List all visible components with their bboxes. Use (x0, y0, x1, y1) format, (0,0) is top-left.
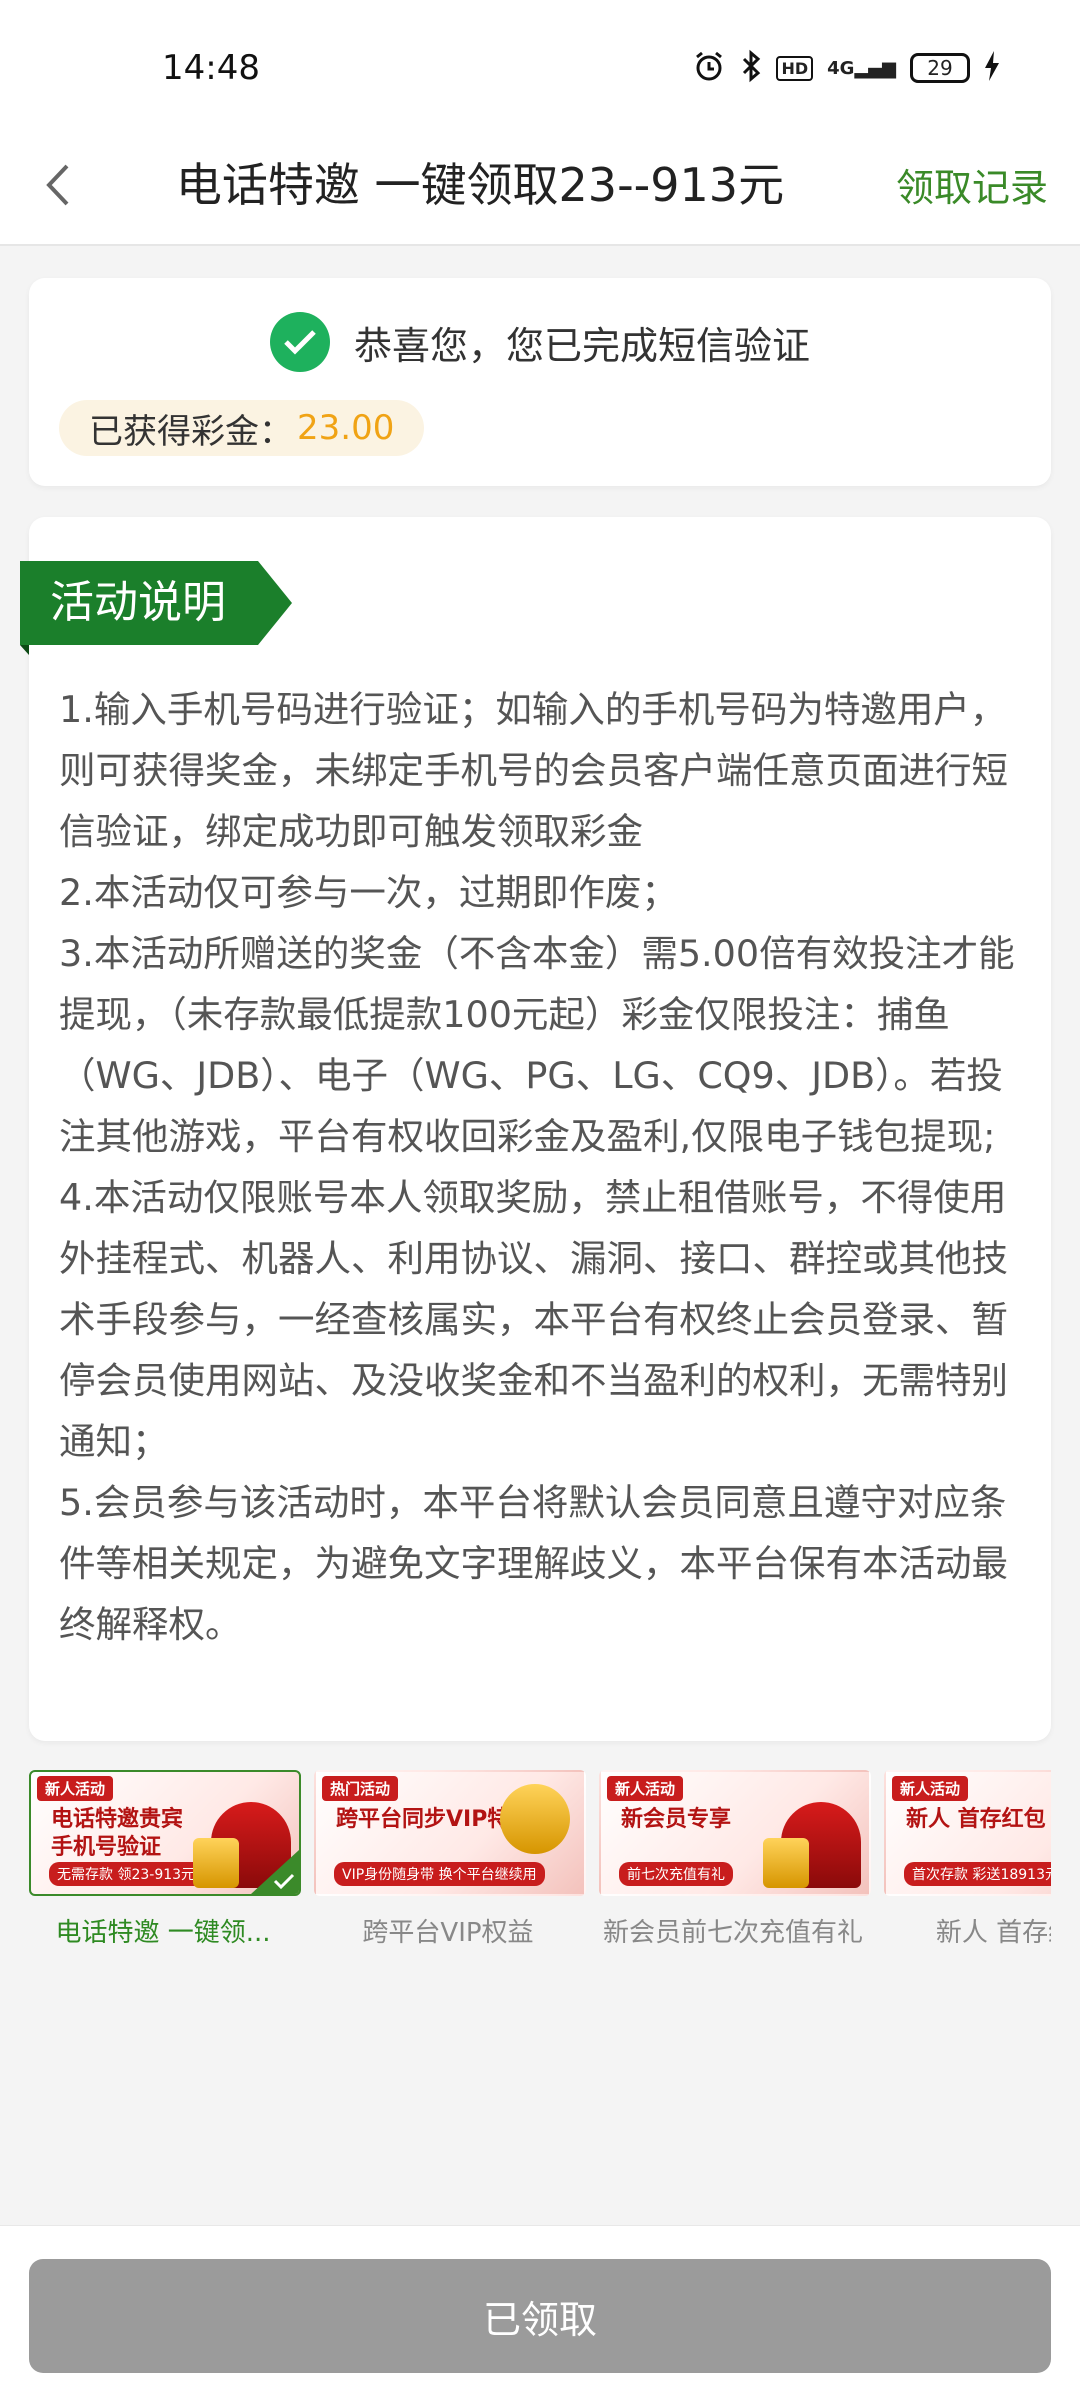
status-bar: 14:48 HD 4G▂▄▆ 29 (0, 0, 1080, 130)
verification-status: 恭喜您，您已完成短信验证 (29, 310, 1051, 374)
bonus-value: 23.00 (297, 408, 395, 448)
promo-item-phone-invite[interactable]: 新人活动 电话特邀贵宾 手机号验证 无需存款 领23-913元 电话特邀 一键领… (29, 1770, 301, 1949)
promo-headline: 电话特邀贵宾 手机号验证 (51, 1807, 184, 1860)
status-icons: HD 4G▂▄▆ 29 (692, 46, 1000, 90)
check-circle-icon (269, 312, 330, 372)
rule-item: 2.本活动仅可参与一次，过期即作废； (59, 871, 678, 914)
promo-tag: 新人活动 (892, 1776, 969, 1801)
promo-item-first-deposit[interactable]: 新人活动 新人 首存红包 首次存款 彩送18913元 新人 首存红包 (884, 1770, 1051, 1949)
header: 电话特邀 一键领取23--913元 领取记录 (0, 130, 1080, 246)
verification-card: 恭喜您，您已完成短信验证 已获得彩金： 23.00 (29, 278, 1051, 486)
promo-tag: 热门活动 (322, 1776, 399, 1801)
rule-item: 3.本活动所赠送的奖金（不含本金）需5.00倍有效投注才能提现，（未存款最低提款… (59, 932, 1015, 1158)
promo-label: 新会员前七次充值有礼 (602, 1918, 863, 1948)
promo-tag: 新人活动 (37, 1776, 114, 1801)
promo-subline: VIP身份随身带 换个平台继续用 (334, 1862, 545, 1886)
activity-rules: 1.输入手机号码进行验证；如输入的手机号码为特邀用户，则可获得奖金，未绑定手机号… (59, 679, 1021, 1655)
promo-banner: 热门活动 跨平台同步VIP特权 VIP身份随身带 换个平台继续用 (314, 1770, 586, 1896)
rule-item: 1.输入手机号码进行验证；如输入的手机号码为特邀用户，则可获得奖金，未绑定手机号… (59, 688, 1008, 853)
promo-tag: 新人活动 (607, 1776, 684, 1801)
vip-medal-icon (500, 1784, 570, 1854)
bottom-bar: 已领取 (0, 2225, 1080, 2401)
claim-record-link[interactable]: 领取记录 (896, 140, 1048, 236)
promo-subline: 无需存款 领23-913元 (49, 1862, 204, 1886)
promo-banner: 新人活动 新人 首存红包 首次存款 彩送18913元 (884, 1770, 1051, 1896)
charging-icon (984, 51, 1000, 85)
promo-subline: 前七次充值有礼 (619, 1862, 733, 1886)
activity-title: 活动说明 (50, 577, 226, 628)
verification-message: 恭喜您，您已完成短信验证 (353, 323, 810, 368)
rule-item: 5.会员参与该活动时，本平台将默认会员同意且遵守对应条件等相关规定，为避免文字理… (59, 1481, 1008, 1646)
promo-item-vip[interactable]: 热门活动 跨平台同步VIP特权 VIP身份随身带 换个平台继续用 跨平台VIP权… (314, 1770, 586, 1949)
promo-headline: 新人 首存红包 (906, 1807, 1046, 1832)
hd-icon: HD (776, 55, 814, 81)
promo-label: 跨平台VIP权益 (362, 1918, 534, 1948)
claimed-button[interactable]: 已领取 (29, 2259, 1051, 2373)
promo-carousel[interactable]: 新人活动 电话特邀贵宾 手机号验证 无需存款 领23-913元 电话特邀 一键领… (29, 1770, 1051, 1960)
bonus-label: 已获得彩金： (89, 411, 293, 452)
promo-headline: 新会员专享 (621, 1807, 732, 1832)
promo-subline: 首次存款 彩送18913元 (904, 1862, 1051, 1886)
signal-icon: 4G▂▄▆ (827, 57, 896, 79)
rule-item: 4.本活动仅限账号本人领取奖励，禁止租借账号，不得使用外挂程式、机器人、利用协议… (59, 1176, 1008, 1463)
activity-description-card: 活动说明 1.输入手机号码进行验证；如输入的手机号码为特邀用户，则可获得奖金，未… (20, 517, 1051, 1741)
promo-label: 新人 首存红包 (935, 1918, 1051, 1948)
promo-banner: 新人活动 新会员专享 前七次充值有礼 (599, 1770, 871, 1896)
battery-level: 29 (927, 56, 953, 80)
activity-title-banner: 活动说明 (20, 561, 292, 655)
promo-label: 电话特邀 一键领... (55, 1918, 271, 1948)
gift-icon (193, 1838, 239, 1888)
promo-banner: 新人活动 电话特邀贵宾 手机号验证 无需存款 领23-913元 (29, 1770, 301, 1896)
gift-icon (763, 1838, 809, 1888)
promo-item-new-member[interactable]: 新人活动 新会员专享 前七次充值有礼 新会员前七次充值有礼 (599, 1770, 871, 1949)
status-time: 14:48 (162, 48, 260, 88)
bonus-badge: 已获得彩金： 23.00 (59, 400, 425, 456)
battery-icon: 29 (910, 53, 970, 83)
bluetooth-icon (740, 49, 762, 87)
alarm-icon (692, 49, 726, 87)
